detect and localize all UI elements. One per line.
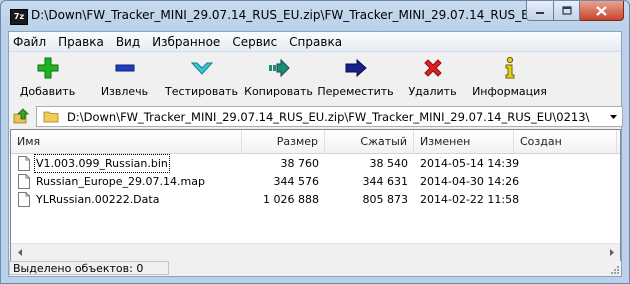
up-folder-button[interactable] [12, 108, 32, 125]
maximize-icon [561, 6, 572, 15]
test-button-label: Тестировать [165, 85, 238, 98]
file-icon [18, 174, 30, 189]
menu-view[interactable]: Вид [110, 35, 146, 49]
horizontal-scrollbar[interactable] [11, 243, 620, 261]
file-size: 1 026 888 [263, 193, 319, 206]
status-bar: Выделено объектов: 0 [9, 261, 621, 276]
file-packed-size: 344 631 [362, 175, 409, 188]
extract-button-label: Извлечь [100, 85, 149, 98]
add-button-label: Добавить [19, 85, 76, 98]
menu-edit[interactable]: Правка [52, 35, 110, 49]
address-bar: D:\Down\FW_Tracker_MINI_29.07.14_RUS_EU.… [9, 105, 623, 127]
file-size: 38 760 [280, 157, 320, 170]
delete-button[interactable]: Удалить [394, 52, 471, 104]
copy-button-label: Копировать [244, 85, 313, 98]
add-button[interactable]: Добавить [9, 52, 86, 104]
address-dropdown-button[interactable] [605, 107, 622, 126]
scroll-right-button[interactable] [603, 244, 620, 261]
menu-favorites[interactable]: Избранное [146, 35, 226, 49]
table-row[interactable]: Russian_Europe_29.07.14.map 344 576 344 … [11, 173, 620, 190]
resize-grip-icon[interactable] [609, 264, 620, 275]
close-icon [596, 5, 607, 16]
copy-arrow-icon [268, 58, 290, 78]
chevron-left-icon [17, 249, 22, 256]
delete-button-label: Удалить [408, 85, 457, 98]
maximize-button[interactable] [554, 1, 580, 21]
file-created [520, 173, 620, 190]
file-modified: 2014-05-14 14:39 [420, 157, 520, 170]
column-size[interactable]: Размер [242, 130, 325, 153]
address-path: D:\Down\FW_Tracker_MINI_29.07.14_RUS_EU.… [67, 110, 590, 124]
minimize-icon [536, 11, 544, 14]
client-area: Файл Правка Вид Избранное Сервис Справка… [8, 31, 623, 277]
app-icon: 7z [10, 9, 28, 25]
chevron-down-icon [610, 114, 617, 119]
selection-status: Выделено объектов: 0 [9, 261, 169, 275]
up-folder-icon [13, 108, 29, 124]
file-size: 344 576 [273, 175, 320, 188]
menu-tools[interactable]: Сервис [226, 35, 283, 49]
file-packed-size: 805 873 [362, 193, 409, 206]
column-header: Имя Размер Сжатый Изменен Создан [11, 130, 620, 154]
x-icon [423, 59, 442, 77]
chevron-down-icon [190, 62, 213, 75]
archive-manager-window: 7z D:\Down\FW_Tracker_MINI_29.07.14_RUS_… [0, 0, 630, 284]
column-created[interactable]: Создан [514, 130, 617, 153]
minimize-button[interactable] [526, 1, 554, 21]
column-packed[interactable]: Сжатый [325, 130, 414, 153]
file-created [520, 191, 620, 208]
move-button-label: Переместить [317, 85, 394, 98]
file-name: V1.003.099_Russian.bin [34, 154, 170, 173]
chevron-right-icon [609, 249, 614, 256]
file-modified: 2014-02-22 11:58 [420, 193, 520, 206]
copy-button[interactable]: Копировать [240, 52, 317, 104]
file-icon [18, 192, 30, 207]
file-list[interactable]: Имя Размер Сжатый Изменен Создан V1.003.… [10, 129, 621, 262]
folder-icon [43, 111, 59, 123]
info-button-label: Информация [472, 85, 547, 98]
title-bar[interactable]: 7z D:\Down\FW_Tracker_MINI_29.07.14_RUS_… [1, 1, 629, 31]
window-title: D:\Down\FW_Tracker_MINI_29.07.14_RUS_EU.… [31, 8, 577, 22]
file-icon [18, 156, 30, 171]
table-row[interactable]: V1.003.099_Russian.bin 38 760 38 540 201… [11, 154, 620, 173]
move-arrow-icon [345, 58, 367, 78]
column-name[interactable]: Имя [11, 130, 242, 153]
file-name: Russian_Europe_29.07.14.map [36, 175, 205, 188]
file-created [520, 155, 620, 172]
close-button[interactable] [580, 1, 624, 21]
menu-bar: Файл Правка Вид Избранное Сервис Справка [9, 32, 621, 52]
move-button[interactable]: Переместить [317, 52, 394, 104]
info-button[interactable]: Информация [471, 52, 548, 104]
file-name: YLRussian.00222.Data [36, 193, 160, 206]
extract-button[interactable]: Извлечь [86, 52, 163, 104]
column-modified[interactable]: Изменен [414, 130, 514, 153]
address-field[interactable]: D:\Down\FW_Tracker_MINI_29.07.14_RUS_EU.… [36, 106, 623, 127]
file-modified: 2014-04-30 14:26 [420, 175, 520, 188]
toolbar: Добавить Извлечь Тестировать Копировать … [9, 52, 621, 104]
scroll-left-button[interactable] [11, 244, 28, 261]
info-icon [505, 56, 514, 79]
file-packed-size: 38 540 [369, 157, 409, 170]
test-button[interactable]: Тестировать [163, 52, 240, 104]
menu-help[interactable]: Справка [283, 35, 348, 49]
menu-file[interactable]: Файл [9, 35, 52, 49]
plus-icon [37, 57, 58, 79]
minus-icon [115, 64, 134, 72]
table-row[interactable]: YLRussian.00222.Data 1 026 888 805 873 2… [11, 191, 620, 208]
window-controls [526, 1, 624, 21]
